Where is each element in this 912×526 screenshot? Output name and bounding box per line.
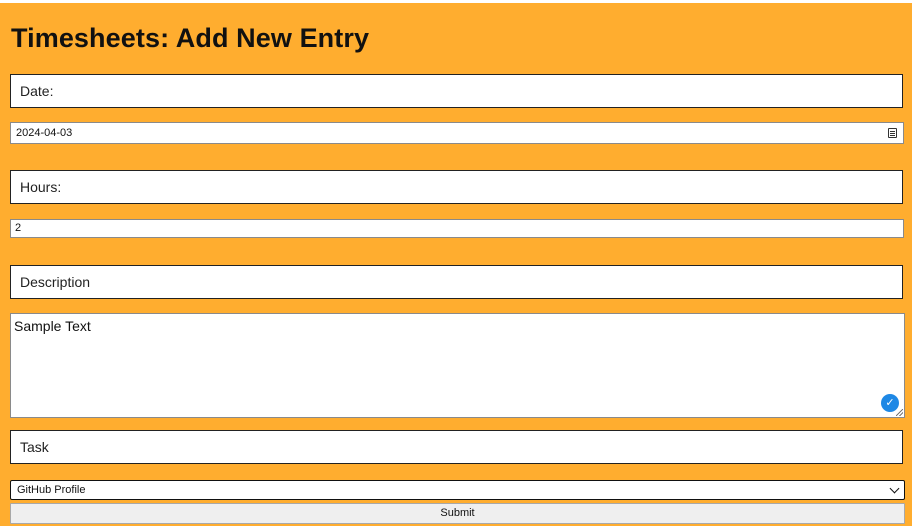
date-label-box: Date:: [10, 74, 903, 108]
chevron-down-icon: [889, 483, 900, 494]
page-title: Timesheets: Add New Entry: [11, 23, 370, 53]
description-value: Sample Text: [14, 318, 91, 334]
hours-label: Hours:: [20, 179, 62, 195]
description-label-box: Description: [10, 265, 903, 299]
submit-button[interactable]: Submit: [10, 503, 905, 524]
hours-value: 2: [15, 222, 22, 234]
description-label: Description: [20, 274, 91, 290]
date-label: Date:: [20, 83, 54, 99]
task-select[interactable]: GitHub Profile: [10, 480, 905, 500]
calendar-icon[interactable]: [888, 128, 897, 138]
resize-handle[interactable]: [896, 409, 903, 416]
hours-input[interactable]: 2: [10, 219, 904, 238]
description-textarea[interactable]: Sample Text ✓: [10, 313, 905, 418]
hours-label-box: Hours:: [10, 170, 903, 204]
timesheet-page: Timesheets: Add New Entry Date: 2024-04-…: [0, 3, 912, 526]
date-input[interactable]: 2024-04-03: [10, 122, 904, 144]
task-label-box: Task: [10, 430, 903, 464]
task-label: Task: [20, 439, 49, 455]
task-selected-value: GitHub Profile: [17, 484, 86, 496]
date-value: 2024-04-03: [16, 127, 73, 139]
